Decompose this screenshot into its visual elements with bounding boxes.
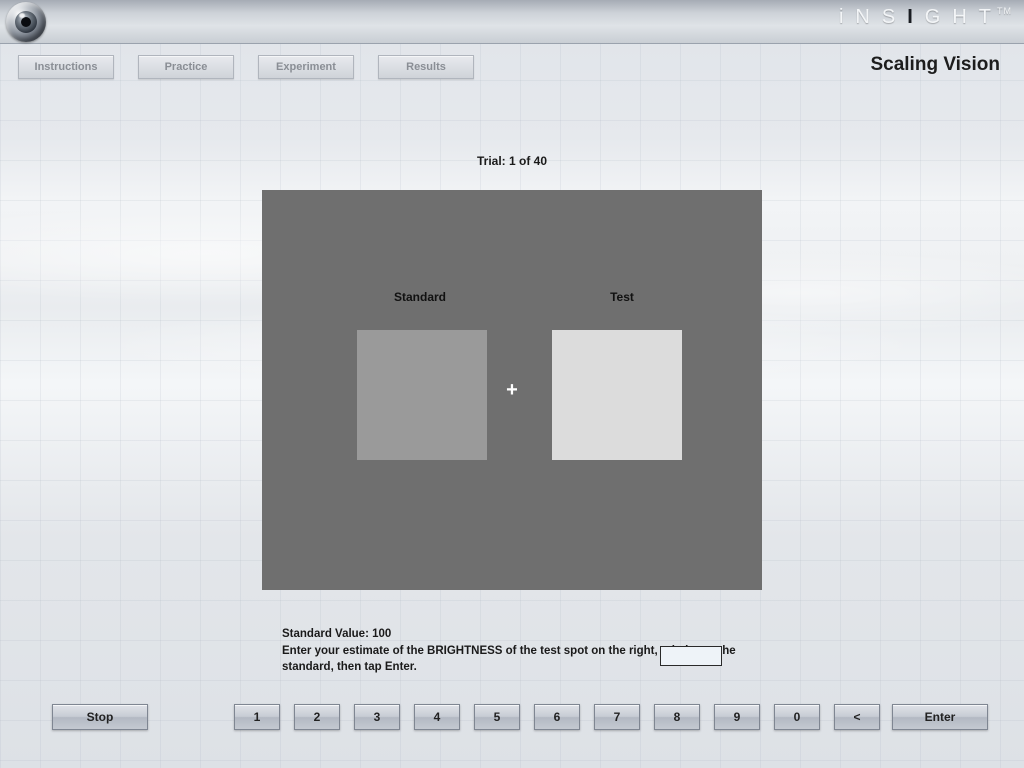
tab-results[interactable]: Results	[378, 55, 474, 79]
stimulus-area: Standard Test +	[262, 190, 762, 590]
tab-practice[interactable]: Practice	[138, 55, 234, 79]
standard-value-line: Standard Value: 100	[282, 626, 752, 643]
main-panel: Trial: 1 of 40 Standard Test + Standard …	[16, 96, 1008, 752]
key-6[interactable]: 6	[534, 704, 580, 730]
key-backspace[interactable]: <	[834, 704, 880, 730]
key-5[interactable]: 5	[474, 704, 520, 730]
page-title: Scaling Vision	[870, 54, 1000, 76]
numeric-keypad: 1 2 3 4 5 6 7 8 9 0 <	[234, 704, 880, 730]
key-2[interactable]: 2	[294, 704, 340, 730]
key-1[interactable]: 1	[234, 704, 280, 730]
key-4[interactable]: 4	[414, 704, 460, 730]
trial-counter: Trial: 1 of 40	[16, 154, 1008, 168]
standard-patch	[357, 330, 487, 460]
fixation-cross-icon: +	[506, 380, 518, 400]
key-7[interactable]: 7	[594, 704, 640, 730]
title-bar: iNSIGHTTM	[0, 0, 1024, 44]
tab-instructions[interactable]: Instructions	[18, 55, 114, 79]
tab-experiment[interactable]: Experiment	[258, 55, 354, 79]
key-8[interactable]: 8	[654, 704, 700, 730]
key-3[interactable]: 3	[354, 704, 400, 730]
brand-wordmark: iNSIGHTTM	[839, 6, 1012, 29]
key-0[interactable]: 0	[774, 704, 820, 730]
standard-label: Standard	[350, 290, 490, 304]
key-9[interactable]: 9	[714, 704, 760, 730]
stop-button[interactable]: Stop	[52, 704, 148, 730]
enter-button[interactable]: Enter	[892, 704, 988, 730]
response-input[interactable]	[660, 646, 722, 666]
test-patch	[552, 330, 682, 460]
app-logo-eye-icon	[6, 2, 46, 42]
test-label: Test	[552, 290, 692, 304]
top-row: Instructions Practice Experiment Results…	[0, 44, 1024, 90]
bottom-bar: Stop 1 2 3 4 5 6 7 8 9 0 < Enter	[36, 704, 988, 730]
